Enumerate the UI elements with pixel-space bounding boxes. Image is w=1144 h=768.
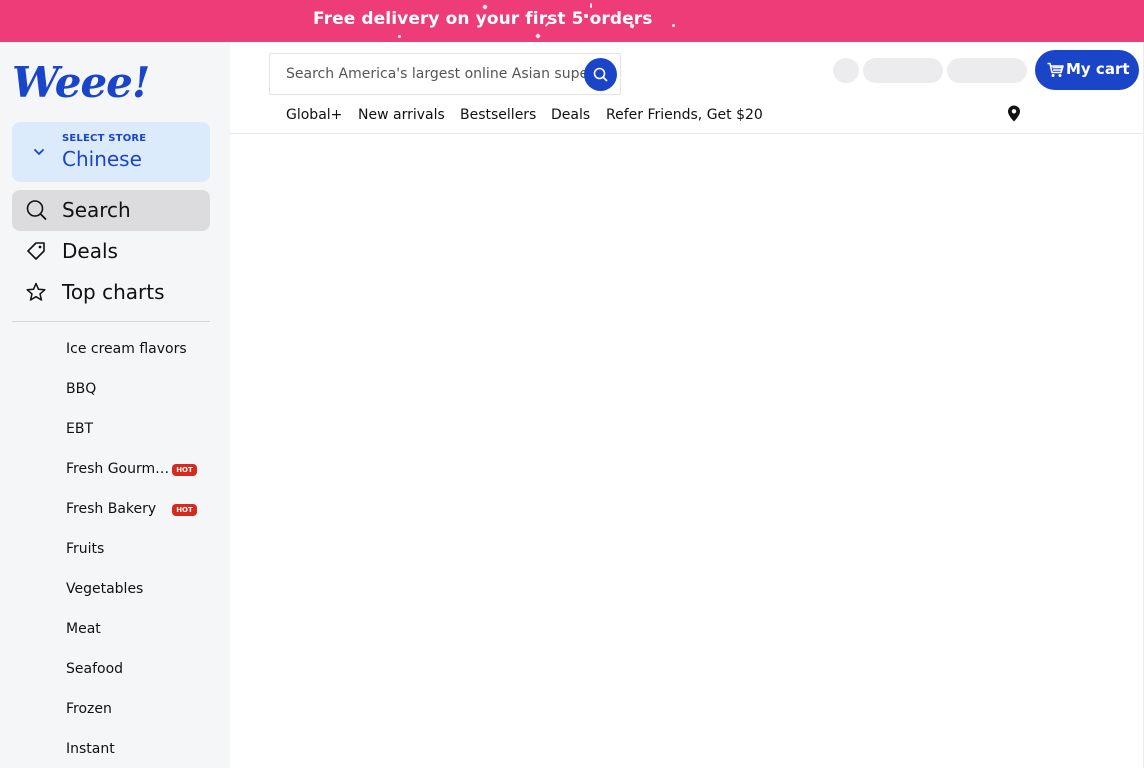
search-input[interactable]: [270, 54, 586, 94]
sidebar: Weee! SELECT STORE Chinese Search Deals …: [0, 42, 230, 768]
select-store-label: SELECT STORE: [62, 133, 147, 144]
loading-placeholder: [863, 58, 943, 83]
loading-placeholder: [947, 58, 1027, 83]
cart-icon: [1047, 62, 1064, 77]
confetti-decoration: [398, 35, 401, 38]
category-ice-cream-flavors[interactable]: Ice cream flavors: [66, 341, 187, 357]
category-seafood[interactable]: Seafood: [66, 661, 123, 677]
loading-placeholder: [833, 58, 859, 83]
search-bar: [269, 53, 621, 95]
topnav-bestsellers[interactable]: Bestsellers: [460, 107, 536, 123]
category-meat[interactable]: Meat: [66, 621, 101, 637]
my-cart-button[interactable]: My cart: [1035, 50, 1139, 90]
category-fresh-bakery[interactable]: Fresh Bakery: [66, 501, 156, 517]
sidebar-item-top-charts[interactable]: Top charts: [12, 272, 210, 313]
sidebar-item-search[interactable]: Search: [12, 190, 210, 231]
location-pin-icon[interactable]: [1007, 105, 1021, 122]
chevron-down-icon: [34, 149, 44, 155]
header-divider: [230, 133, 1144, 134]
sidebar-item-label: Search: [62, 198, 131, 222]
category-fresh-gourmet[interactable]: Fresh Gourm…: [66, 461, 169, 477]
category-frozen[interactable]: Frozen: [66, 701, 112, 717]
category-fruits[interactable]: Fruits: [66, 541, 104, 557]
category-instant[interactable]: Instant: [66, 741, 115, 757]
weee-logo[interactable]: Weee!: [12, 62, 150, 104]
confetti-decoration: [672, 24, 675, 27]
topnav-deals[interactable]: Deals: [551, 107, 590, 123]
tag-icon: [27, 242, 45, 260]
sidebar-item-label: Top charts: [62, 280, 165, 304]
main-content: My cart Global+ New arrivals Bestsellers…: [230, 42, 1144, 768]
category-bbq[interactable]: BBQ: [66, 381, 96, 397]
topnav-refer-friends[interactable]: Refer Friends, Get $20: [606, 107, 763, 123]
topnav-new-arrivals[interactable]: New arrivals: [358, 107, 445, 123]
my-cart-label: My cart: [1066, 60, 1130, 78]
sidebar-item-label: Deals: [62, 239, 118, 263]
search-icon: [26, 200, 47, 220]
hot-badge: HOT: [172, 504, 197, 516]
topnav-global-plus[interactable]: Global+: [286, 107, 342, 123]
sidebar-divider: [12, 321, 210, 322]
star-icon: [26, 282, 46, 301]
category-vegetables[interactable]: Vegetables: [66, 581, 143, 597]
hot-badge: HOT: [172, 464, 197, 476]
confetti-decoration: [590, 3, 592, 8]
category-ebt[interactable]: EBT: [66, 421, 93, 437]
search-icon: [593, 67, 608, 82]
search-submit-button[interactable]: [584, 58, 617, 91]
promo-text: Free delivery on your first 5 orders: [313, 9, 653, 29]
store-name: Chinese: [62, 147, 142, 171]
promo-banner[interactable]: Free delivery on your first 5 orders: [0, 0, 1144, 42]
sidebar-item-deals[interactable]: Deals: [12, 231, 210, 272]
confetti-decoration: [535, 33, 541, 39]
select-store-button[interactable]: SELECT STORE Chinese: [12, 122, 210, 182]
